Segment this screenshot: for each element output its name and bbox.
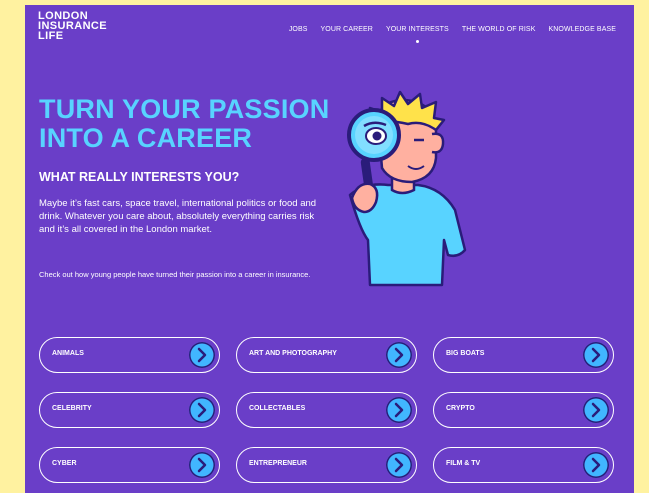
person-with-magnifying-glass-illustration xyxy=(330,90,475,290)
arrow-right-icon[interactable] xyxy=(583,397,609,423)
active-indicator-dot xyxy=(415,40,419,43)
hero-title-line-2: INTO A CAREER xyxy=(39,123,253,153)
arrow-right-icon[interactable] xyxy=(386,452,412,478)
interest-pill-film-and-tv[interactable]: FILM & TV xyxy=(433,447,614,483)
arrow-right-icon[interactable] xyxy=(189,397,215,423)
arrow-right-icon[interactable] xyxy=(189,342,215,368)
interest-pill-cyber[interactable]: CYBER xyxy=(39,447,220,483)
arrow-right-icon[interactable] xyxy=(189,452,215,478)
interest-pill-label: FILM & TV xyxy=(446,460,481,467)
interest-pill-label: ART AND PHOTOGRAPHY xyxy=(249,350,337,357)
hero-intro-text: Maybe it’s fast cars, space travel, inte… xyxy=(39,198,317,235)
nav-item-your-interests[interactable]: YOUR INTERESTS xyxy=(385,26,449,43)
interest-pill-label: COLLECTABLES xyxy=(249,405,306,412)
interest-pill-entrepreneur[interactable]: ENTREPRENEUR xyxy=(236,447,417,483)
arrow-right-icon[interactable] xyxy=(386,342,412,368)
arrow-right-icon[interactable] xyxy=(583,452,609,478)
nav-item-world-of-risk[interactable]: THE WORLD OF RISK xyxy=(462,26,536,33)
arrow-right-icon[interactable] xyxy=(583,342,609,368)
nav-item-your-interests-label: YOUR INTERESTS xyxy=(385,26,449,33)
hero-title: TURN YOUR PASSION INTO A CAREER xyxy=(39,95,339,153)
interest-pill-label: CELEBRITY xyxy=(52,405,92,412)
interest-pill-label: ENTREPRENEUR xyxy=(249,460,307,467)
interest-pill-animals[interactable]: ANIMALS xyxy=(39,337,220,373)
hero-subheading: WHAT REALLY INTERESTS YOU? xyxy=(39,170,240,184)
logo-line-3: LIFE xyxy=(38,30,64,42)
site-logo[interactable]: LONDON INSURANCE LIFE xyxy=(38,11,107,42)
arrow-right-icon[interactable] xyxy=(386,397,412,423)
interest-pill-collectables[interactable]: COLLECTABLES xyxy=(236,392,417,428)
nav-item-your-career[interactable]: YOUR CAREER xyxy=(321,26,373,33)
nav-item-jobs[interactable]: JOBS xyxy=(289,26,308,33)
nav-item-knowledge-base[interactable]: KNOWLEDGE BASE xyxy=(548,26,616,33)
interest-pill-label: BIG BOATS xyxy=(446,350,485,357)
interest-pill-label: CRYPTO xyxy=(446,405,475,412)
page-frame: LONDON INSURANCE LIFE JOBS YOUR CAREER Y… xyxy=(25,5,634,493)
interest-pill-big-boats[interactable]: BIG BOATS xyxy=(433,337,614,373)
interest-pill-celebrity[interactable]: CELEBRITY xyxy=(39,392,220,428)
hero-title-line-1: TURN YOUR PASSION xyxy=(39,94,330,124)
interest-pill-crypto[interactable]: CRYPTO xyxy=(433,392,614,428)
interest-pill-art-and-photography[interactable]: ART AND PHOTOGRAPHY xyxy=(236,337,417,373)
interest-pill-label: CYBER xyxy=(52,460,77,467)
interest-pill-label: ANIMALS xyxy=(52,350,84,357)
hero-intro-small-text: Check out how young people have turned t… xyxy=(39,270,311,279)
main-nav: JOBS YOUR CAREER YOUR INTERESTS THE WORL… xyxy=(289,26,616,43)
